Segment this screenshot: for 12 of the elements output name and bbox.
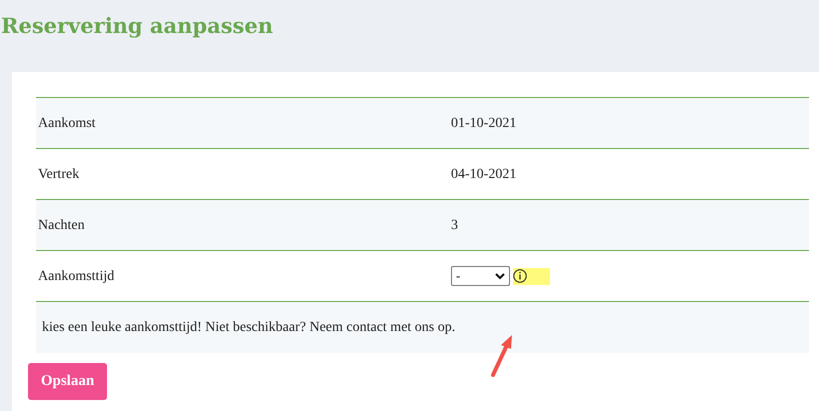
field-label: Aankomsttijd (37, 268, 116, 286)
hint-text: kies een leuke aankomsttijd! Niet beschikbaar? Neem contact met ons op. (42, 319, 456, 337)
field-value: 3 (451, 216, 458, 234)
field-label: Vertrek (37, 166, 80, 184)
time-select[interactable]: - (451, 266, 510, 286)
field-value: 01-10-2021 (451, 114, 516, 132)
page-title: Reservering aanpassen (0, 12, 274, 40)
chevron-down-icon (495, 272, 505, 280)
info-icon[interactable] (513, 269, 527, 283)
field-label: Aankomst (37, 114, 97, 132)
field-label: Nachten (37, 216, 86, 234)
field-value: 04-10-2021 (451, 166, 516, 184)
